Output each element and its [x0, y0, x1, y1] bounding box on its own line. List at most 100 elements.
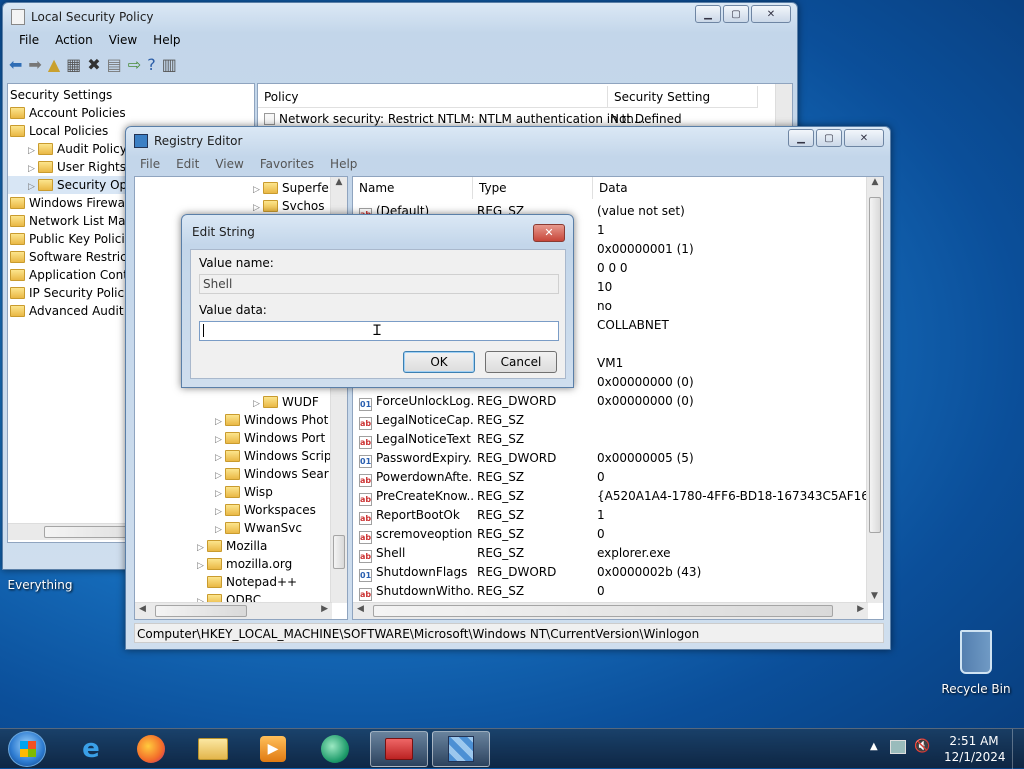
- help-icon[interactable]: ?: [147, 55, 156, 74]
- reg-close-button[interactable]: ✕: [844, 129, 884, 147]
- reg-values-vscroll-thumb[interactable]: [869, 197, 881, 533]
- show-hide-tree-icon[interactable]: ▦: [66, 55, 81, 74]
- reg-value-row[interactable]: ab LegalNoticeCap... REG_SZ: [359, 411, 869, 430]
- reg-value-data: 0x00000001 (1): [597, 242, 694, 256]
- reg-menu-favorites[interactable]: Favorites: [252, 157, 322, 171]
- reg-values-hscroll-thumb[interactable]: [373, 605, 833, 617]
- reg-titlebar[interactable]: Registry Editor: [126, 127, 890, 155]
- ok-button[interactable]: OK: [403, 351, 475, 373]
- reg-tree-item[interactable]: ▷ mozilla.org: [135, 555, 335, 573]
- reg-values-hscroll[interactable]: ◀ ▶: [353, 602, 868, 619]
- value-data-input[interactable]: Ｉ: [199, 321, 559, 341]
- reg-value-row[interactable]: ab ReportBootOk REG_SZ 1: [359, 506, 869, 525]
- reg-tree-item[interactable]: ▷ Mozilla: [135, 537, 335, 555]
- string-value-icon: ab: [359, 493, 372, 506]
- reg-tree-item[interactable]: ▷ Svchos: [253, 197, 329, 215]
- cancel-button[interactable]: Cancel: [485, 351, 557, 373]
- reg-tree-item[interactable]: ▷ Windows Phot: [135, 411, 335, 429]
- reg-value-type: REG_SZ: [477, 413, 525, 427]
- recycle-bin-desktop-icon[interactable]: Recycle Bin: [940, 630, 1012, 696]
- lsp-col-setting[interactable]: Security Setting: [608, 86, 758, 108]
- taskbar-registry-editor[interactable]: [432, 731, 490, 767]
- taskbar-app-green[interactable]: [306, 731, 364, 767]
- tray-show-hidden-icon[interactable]: ▲: [870, 741, 878, 752]
- lsp-menu-file[interactable]: File: [11, 33, 47, 47]
- reg-value-data: 0x0000002b (43): [597, 565, 702, 579]
- taskbar-local-security-policy[interactable]: [370, 731, 428, 767]
- reg-value-row[interactable]: 01 ForceUnlockLog... REG_DWORD 0x00000000 (…: [359, 392, 869, 411]
- lsp-close-button[interactable]: ✕: [751, 5, 791, 23]
- properties-icon[interactable]: ▤: [107, 55, 122, 74]
- reg-value-row[interactable]: 01 PasswordExpiry... REG_DWORD 0x00000005 (…: [359, 449, 869, 468]
- reg-value-row[interactable]: 01 ShutdownFlags REG_DWORD 0x0000002b (43): [359, 563, 869, 582]
- taskbar-media-player[interactable]: ▶: [244, 731, 302, 767]
- delete-icon[interactable]: ✖: [87, 55, 100, 74]
- reg-maximize-button[interactable]: ▢: [816, 129, 842, 147]
- taskbar-ie[interactable]: e: [62, 731, 120, 767]
- reg-tree-scroll-right-icon[interactable]: ▶: [321, 604, 328, 614]
- reg-tree-item[interactable]: ▷ Windows Port: [135, 429, 335, 447]
- forward-arrow-icon[interactable]: ➡: [28, 55, 41, 74]
- reg-tree-item[interactable]: ▷ WUDF: [135, 393, 335, 411]
- lsp-col-policy[interactable]: Policy: [258, 86, 608, 108]
- taskbar-explorer[interactable]: [184, 731, 242, 767]
- key-folder-icon: [263, 200, 278, 212]
- reg-tree-item[interactable]: ▷ Windows Scrip: [135, 447, 335, 465]
- reg-values-scroll-down-icon[interactable]: ▼: [871, 591, 878, 601]
- taskbar-firefox[interactable]: [122, 731, 180, 767]
- reg-value-row[interactable]: ab ShutdownWitho... REG_SZ 0: [359, 582, 869, 601]
- reg-tree-hscroll[interactable]: ◀ ▶: [135, 602, 332, 619]
- back-arrow-icon[interactable]: ⬅: [9, 55, 22, 74]
- reg-values-vscroll[interactable]: ▲ ▼: [866, 177, 883, 603]
- reg-value-row[interactable]: ab PreCreateKnow... REG_SZ {A520A1A4-1780-4…: [359, 487, 877, 506]
- reg-tree-item[interactable]: ▷ WwanSvc: [135, 519, 335, 537]
- reg-tree-item[interactable]: Notepad++: [135, 573, 335, 591]
- tray-clock[interactable]: 2:51 AM 12/1/2024: [944, 733, 1006, 765]
- reg-menu-view[interactable]: View: [207, 157, 251, 171]
- reg-value-row[interactable]: ab Shell REG_SZ explorer.exe: [359, 544, 869, 563]
- reg-menu-help[interactable]: Help: [322, 157, 365, 171]
- reg-tree-vscroll-thumb[interactable]: [333, 535, 345, 569]
- reg-tree-item[interactable]: ▷ Windows Sear: [135, 465, 335, 483]
- up-folder-icon[interactable]: ▲: [48, 55, 60, 74]
- value-name-label: Value name:: [199, 256, 274, 270]
- reg-tree-scroll-up-icon[interactable]: ▲: [331, 177, 347, 187]
- tray-network-icon[interactable]: [890, 740, 906, 754]
- reg-menu-edit[interactable]: Edit: [168, 157, 207, 171]
- dialog-close-button[interactable]: ✕: [533, 224, 565, 242]
- lsp-maximize-button[interactable]: ▢: [723, 5, 749, 23]
- reg-values-scroll-left-icon[interactable]: ◀: [357, 604, 364, 614]
- view-icon[interactable]: ▥: [162, 55, 177, 74]
- dialog-titlebar[interactable]: Edit String: [182, 215, 573, 249]
- start-button[interactable]: [8, 731, 46, 767]
- reg-value-row[interactable]: ab LegalNoticeText REG_SZ: [359, 430, 869, 449]
- registry-editor-icon: [448, 736, 474, 762]
- lsp-minimize-button[interactable]: ▁: [695, 5, 721, 23]
- reg-tree-scroll-left-icon[interactable]: ◀: [139, 604, 146, 614]
- lsp-tree-item[interactable]: Account Policies: [8, 104, 254, 122]
- reg-tree-item[interactable]: ▷ Workspaces: [135, 501, 335, 519]
- tray-volume-muted-icon[interactable]: 🔇: [914, 739, 930, 754]
- reg-values-scroll-up-icon[interactable]: ▲: [867, 177, 883, 187]
- reg-tree-item[interactable]: ▷ Superfe: [253, 179, 329, 197]
- reg-col-data[interactable]: Data: [593, 177, 867, 199]
- lsp-tree-label: Public Key Policies: [29, 232, 139, 246]
- reg-values-scroll-right-icon[interactable]: ▶: [857, 604, 864, 614]
- lsp-titlebar[interactable]: Local Security Policy: [3, 3, 797, 31]
- reg-col-name[interactable]: Name: [353, 177, 473, 199]
- reg-value-row[interactable]: ab PowerdownAfte... REG_SZ 0: [359, 468, 869, 487]
- reg-col-type[interactable]: Type: [473, 177, 593, 199]
- reg-value-data: 0x00000000 (0): [597, 394, 694, 408]
- lsp-menu-help[interactable]: Help: [145, 33, 188, 47]
- reg-minimize-button[interactable]: ▁: [788, 129, 814, 147]
- lsp-menu-view[interactable]: View: [101, 33, 145, 47]
- everything-desktop-icon[interactable]: Everything: [4, 578, 76, 592]
- reg-tree-hscroll-thumb[interactable]: [155, 605, 247, 617]
- lsp-menu-action[interactable]: Action: [47, 33, 101, 47]
- lsp-tree-item[interactable]: Security Settings: [8, 86, 254, 104]
- reg-value-row[interactable]: ab scremoveoption REG_SZ 0: [359, 525, 869, 544]
- export-icon[interactable]: ⇨: [128, 55, 141, 74]
- reg-tree-item[interactable]: ▷ Wisp: [135, 483, 335, 501]
- show-desktop-button[interactable]: [1012, 729, 1024, 769]
- reg-menu-file[interactable]: File: [132, 157, 168, 171]
